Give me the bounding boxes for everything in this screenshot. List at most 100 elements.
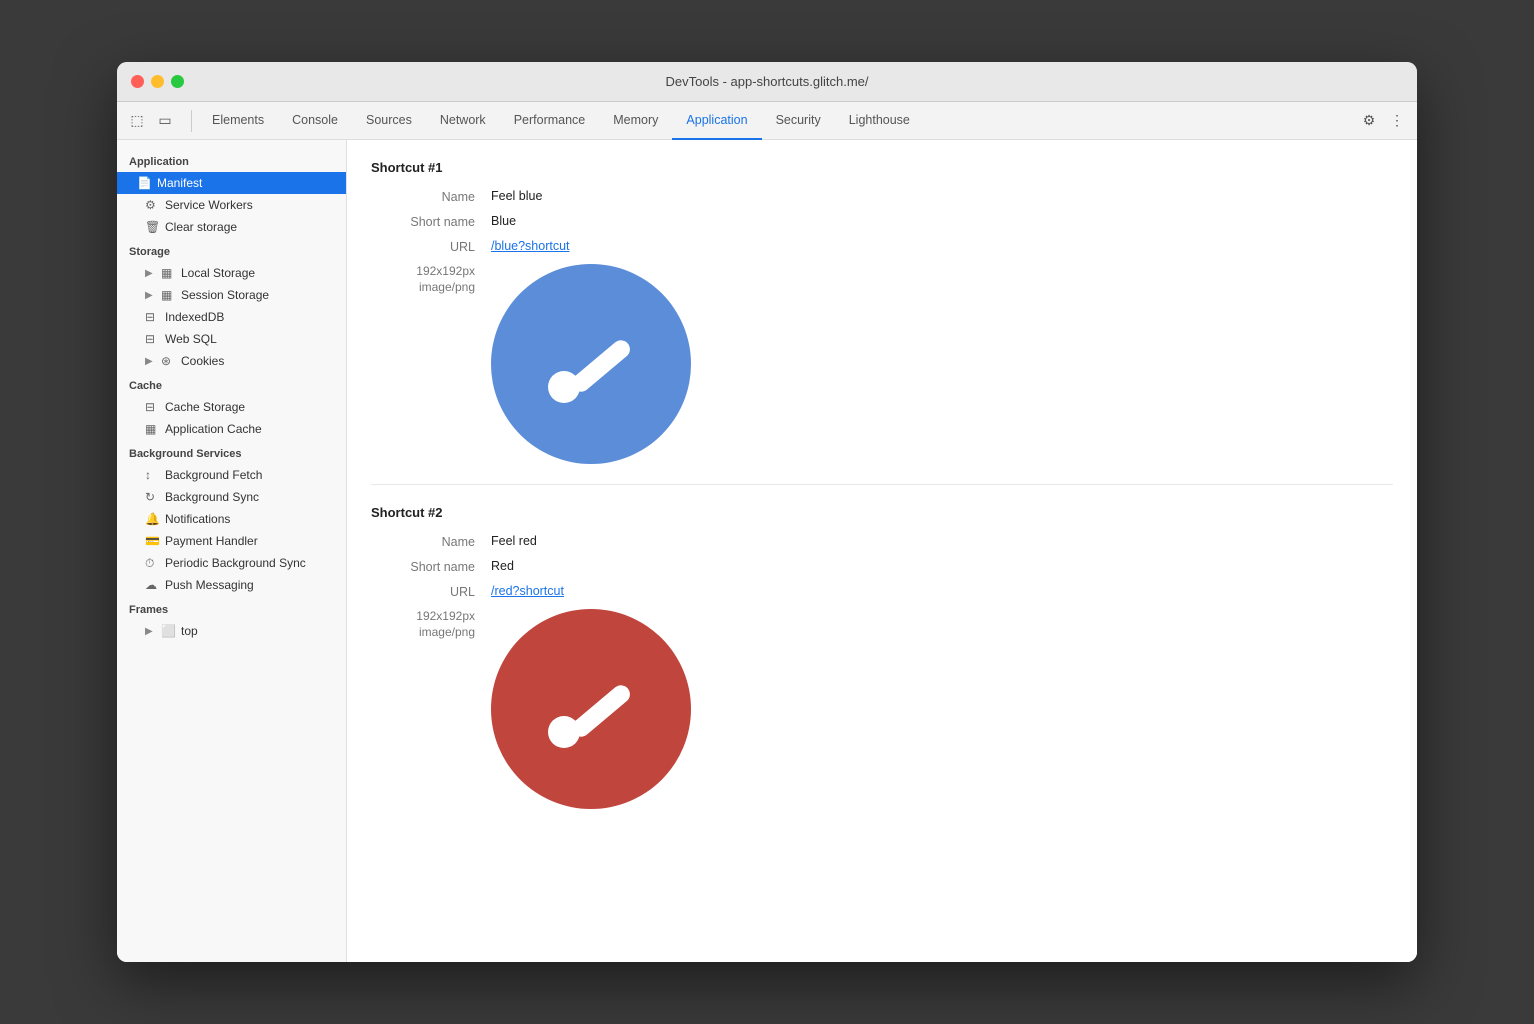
sidebar-item-payment-handler-label: Payment Handler bbox=[165, 534, 258, 548]
shortcut2-url-value[interactable]: /red?shortcut bbox=[491, 584, 564, 598]
minimize-button[interactable] bbox=[151, 75, 164, 88]
gear-icon: ⚙ bbox=[145, 198, 159, 212]
shortcut2-section: Shortcut #2 Name Feel red Short name Red… bbox=[371, 485, 1393, 809]
sidebar-item-service-workers-label: Service Workers bbox=[165, 198, 253, 212]
notifications-icon: 🔔 bbox=[145, 512, 159, 526]
background-sync-icon: ↻ bbox=[145, 490, 159, 504]
shortcut1-image-preview bbox=[491, 264, 691, 464]
tab-memory[interactable]: Memory bbox=[599, 102, 672, 140]
shortcut2-shortname-value: Red bbox=[491, 559, 514, 573]
brush-svg-blue bbox=[536, 309, 646, 419]
sidebar-item-top[interactable]: ▶ ⬜ top bbox=[117, 620, 346, 642]
shortcut1-url-row: URL /blue?shortcut bbox=[371, 239, 1393, 254]
close-button[interactable] bbox=[131, 75, 144, 88]
sidebar-item-push-messaging[interactable]: ☁ Push Messaging bbox=[117, 574, 346, 596]
expand-icon: ▶ bbox=[145, 268, 155, 279]
tab-network[interactable]: Network bbox=[426, 102, 500, 140]
sidebar-section-cache: Cache bbox=[117, 372, 346, 396]
sidebar-section-application: Application bbox=[117, 148, 346, 172]
shortcut2-image-area: 192x192px image/png bbox=[371, 609, 1393, 809]
sidebar-item-cookies[interactable]: ▶ ⊛ Cookies bbox=[117, 350, 346, 372]
tab-console[interactable]: Console bbox=[278, 102, 352, 140]
expand-icon: ▶ bbox=[145, 356, 155, 367]
content-area: Application 📄 Manifest ⚙ Service Workers… bbox=[117, 140, 1417, 962]
sidebar-item-indexeddb[interactable]: ⊟ IndexedDB bbox=[117, 306, 346, 328]
shortcut1-url-value[interactable]: /blue?shortcut bbox=[491, 239, 570, 253]
tab-security[interactable]: Security bbox=[762, 102, 835, 140]
traffic-lights bbox=[131, 75, 184, 88]
more-icon[interactable]: ⋮ bbox=[1385, 109, 1409, 133]
tab-settings-icons: ⚙ ⋮ bbox=[1357, 109, 1409, 133]
cursor-icon[interactable]: ⬚ bbox=[125, 109, 149, 133]
sidebar-item-local-storage-label: Local Storage bbox=[181, 266, 255, 280]
sidebar-item-push-messaging-label: Push Messaging bbox=[165, 578, 254, 592]
expand-icon: ▶ bbox=[145, 290, 155, 301]
sidebar-item-notifications[interactable]: 🔔 Notifications bbox=[117, 508, 346, 530]
payment-handler-icon: 💳 bbox=[145, 534, 159, 548]
shortcut2-name-row: Name Feel red bbox=[371, 534, 1393, 549]
tab-application[interactable]: Application bbox=[672, 102, 761, 140]
sidebar-item-application-cache[interactable]: ▦ Application Cache bbox=[117, 418, 346, 440]
sidebar-item-cache-storage[interactable]: ⊟ Cache Storage bbox=[117, 396, 346, 418]
main-panel: Shortcut #1 Name Feel blue Short name Bl… bbox=[347, 140, 1417, 962]
background-fetch-icon: ↕ bbox=[145, 468, 159, 482]
shortcut2-image-meta: 192x192px image/png bbox=[371, 609, 491, 639]
sidebar-item-clear-storage[interactable]: 🗑 Clear storage bbox=[117, 216, 346, 238]
tabs-bar: ⬚ ▭ Elements Console Sources Network Per… bbox=[117, 102, 1417, 140]
sidebar-item-indexeddb-label: IndexedDB bbox=[165, 310, 224, 324]
sidebar-section-storage: Storage bbox=[117, 238, 346, 262]
sidebar-item-application-cache-label: Application Cache bbox=[165, 422, 262, 436]
devtools-window: DevTools - app-shortcuts.glitch.me/ ⬚ ▭ … bbox=[117, 62, 1417, 962]
titlebar: DevTools - app-shortcuts.glitch.me/ bbox=[117, 62, 1417, 102]
shortcut2-shortname-label: Short name bbox=[371, 559, 491, 574]
sidebar-item-local-storage[interactable]: ▶ ▦ Local Storage bbox=[117, 262, 346, 284]
shortcut1-shortname-value: Blue bbox=[491, 214, 516, 228]
cache-storage-icon: ⊟ bbox=[145, 400, 159, 414]
tab-elements[interactable]: Elements bbox=[198, 102, 278, 140]
sidebar-item-background-fetch-label: Background Fetch bbox=[165, 468, 262, 482]
sidebar-item-notifications-label: Notifications bbox=[165, 512, 230, 526]
sidebar-item-periodic-background-sync[interactable]: ⏱ Periodic Background Sync bbox=[117, 552, 346, 574]
sidebar-item-payment-handler[interactable]: 💳 Payment Handler bbox=[117, 530, 346, 552]
maximize-button[interactable] bbox=[171, 75, 184, 88]
shortcut1-name-row: Name Feel blue bbox=[371, 189, 1393, 204]
shortcut2-name-value: Feel red bbox=[491, 534, 537, 548]
sidebar-item-service-workers[interactable]: ⚙ Service Workers bbox=[117, 194, 346, 216]
sidebar-item-web-sql-label: Web SQL bbox=[165, 332, 217, 346]
sidebar-section-frames: Frames bbox=[117, 596, 346, 620]
sidebar-item-cookies-label: Cookies bbox=[181, 354, 224, 368]
tab-sources[interactable]: Sources bbox=[352, 102, 426, 140]
expand-icon: ▶ bbox=[145, 626, 155, 637]
application-cache-icon: ▦ bbox=[145, 422, 159, 436]
sidebar-item-session-storage[interactable]: ▶ ▦ Session Storage bbox=[117, 284, 346, 306]
sidebar-item-background-sync-label: Background Sync bbox=[165, 490, 259, 504]
divider bbox=[191, 110, 192, 132]
shortcut1-shortname-label: Short name bbox=[371, 214, 491, 229]
settings-icon[interactable]: ⚙ bbox=[1357, 109, 1381, 133]
shortcut1-url-label: URL bbox=[371, 239, 491, 254]
sidebar-item-periodic-bg-sync-label: Periodic Background Sync bbox=[165, 556, 306, 570]
shortcut1-shortname-row: Short name Blue bbox=[371, 214, 1393, 229]
sidebar-item-web-sql[interactable]: ⊟ Web SQL bbox=[117, 328, 346, 350]
tabs-list: Elements Console Sources Network Perform… bbox=[198, 102, 1357, 140]
shortcut1-image-area: 192x192px image/png bbox=[371, 264, 1393, 464]
tab-lighthouse[interactable]: Lighthouse bbox=[835, 102, 924, 140]
shortcut2-url-row: URL /red?shortcut bbox=[371, 584, 1393, 599]
sidebar-item-top-label: top bbox=[181, 624, 198, 638]
shortcut2-image-preview bbox=[491, 609, 691, 809]
shortcut2-name-label: Name bbox=[371, 534, 491, 549]
brush-svg-red bbox=[536, 654, 646, 764]
indexeddb-icon: ⊟ bbox=[145, 310, 159, 324]
sidebar-item-manifest[interactable]: 📄 Manifest bbox=[117, 172, 346, 194]
shortcut1-image-meta: 192x192px image/png bbox=[371, 264, 491, 294]
sidebar-item-background-sync[interactable]: ↻ Background Sync bbox=[117, 486, 346, 508]
device-icon[interactable]: ▭ bbox=[153, 109, 177, 133]
sidebar-item-session-storage-label: Session Storage bbox=[181, 288, 269, 302]
shortcut2-title: Shortcut #2 bbox=[371, 501, 1393, 520]
tab-performance[interactable]: Performance bbox=[500, 102, 600, 140]
sidebar-item-manifest-label: Manifest bbox=[157, 176, 202, 190]
sidebar-item-background-fetch[interactable]: ↕ Background Fetch bbox=[117, 464, 346, 486]
shortcut2-url-label: URL bbox=[371, 584, 491, 599]
local-storage-icon: ▦ bbox=[161, 266, 175, 280]
shortcut1-image-type: image/png bbox=[419, 280, 475, 294]
